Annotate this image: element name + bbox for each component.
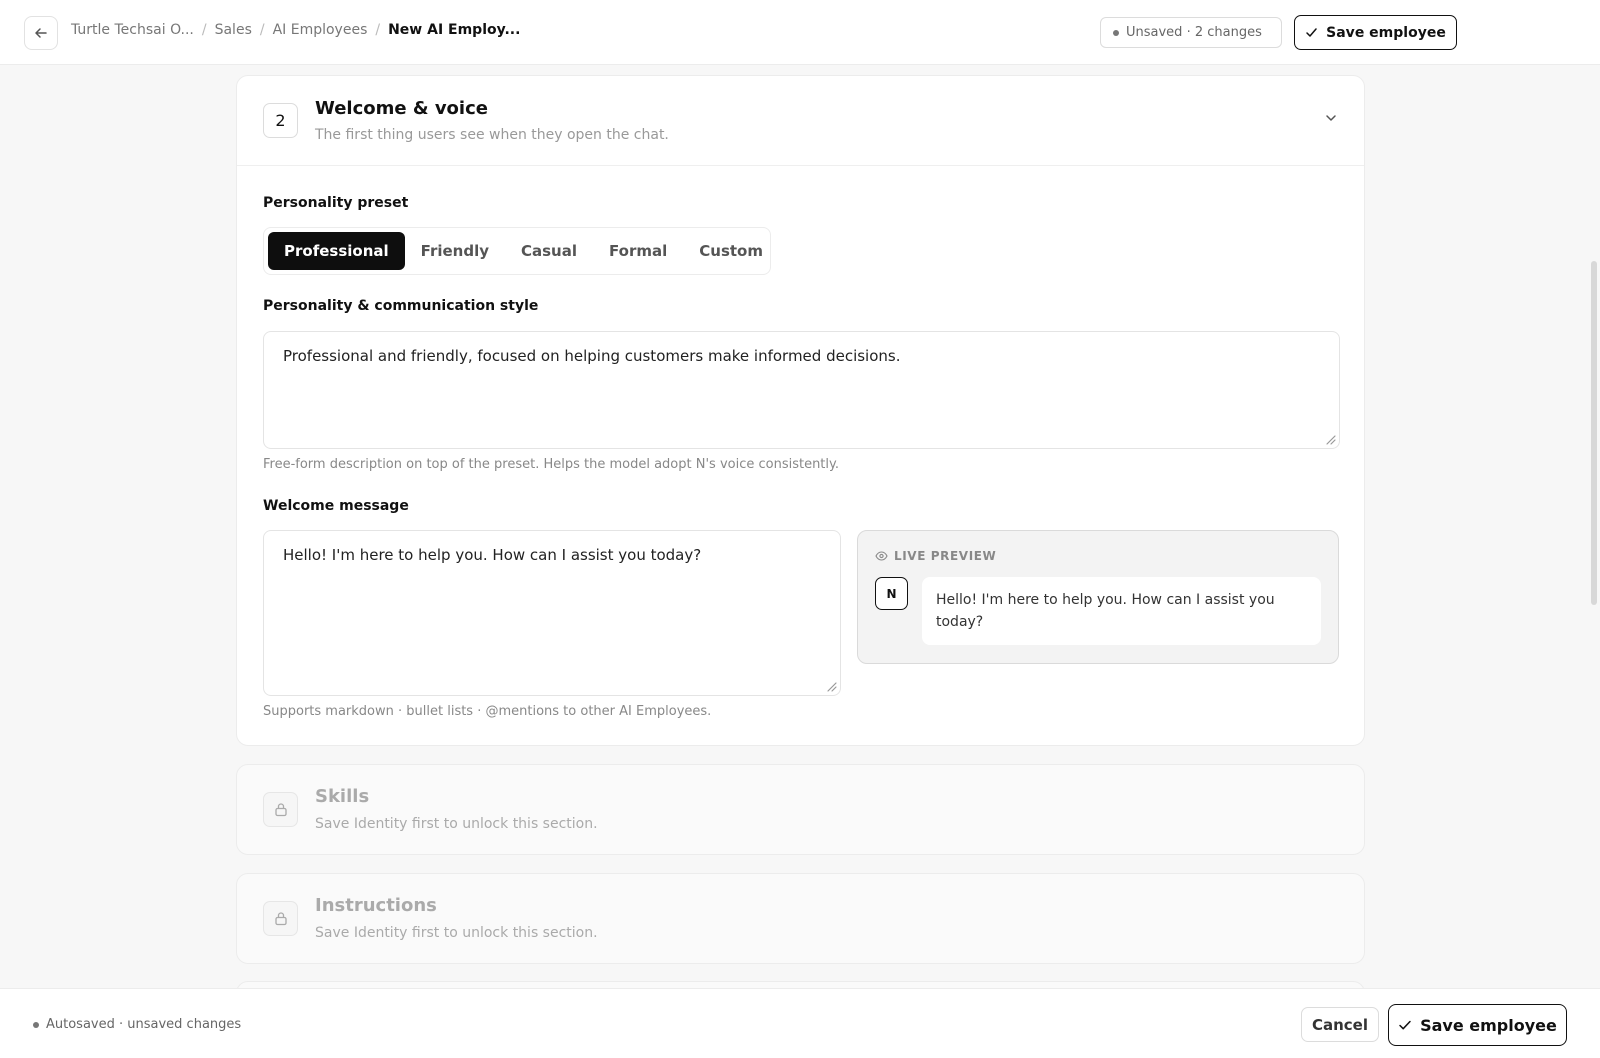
resize-handle-icon[interactable] xyxy=(825,680,837,692)
breadcrumb: Turtle Techsai O... / Sales / AI Employe… xyxy=(71,22,520,38)
section-number: 2 xyxy=(263,103,298,138)
live-preview-label: LIVE PREVIEW xyxy=(894,549,997,563)
unsaved-status-badge: Unsaved · 2 changes xyxy=(1100,17,1282,48)
save-employee-label: Save employee xyxy=(1326,24,1446,41)
status-dot-icon xyxy=(33,1021,39,1028)
preset-custom[interactable]: Custom xyxy=(683,232,779,270)
avatar: N xyxy=(875,577,908,610)
communication-style-value: Professional and friendly, focused on he… xyxy=(283,347,901,365)
arrow-left-icon xyxy=(35,28,47,38)
breadcrumb-org[interactable]: Turtle Techsai O... xyxy=(71,22,194,38)
preset-formal[interactable]: Formal xyxy=(593,232,683,270)
instructions-section-locked: Instructions Save Identity first to unlo… xyxy=(236,873,1365,964)
lock-icon xyxy=(274,803,287,817)
section-header[interactable]: 2 Welcome & voice The first thing users … xyxy=(237,76,1364,166)
skills-section-locked: Skills Save Identity first to unlock thi… xyxy=(236,764,1365,855)
welcome-message-hint: Supports markdown · bullet lists · @ment… xyxy=(263,704,712,719)
skills-title: Skills xyxy=(315,786,370,807)
preset-professional[interactable]: Professional xyxy=(268,232,405,270)
breadcrumb-separator: / xyxy=(201,22,207,38)
welcome-message-label: Welcome message xyxy=(263,498,409,514)
preset-friendly[interactable]: Friendly xyxy=(405,232,505,270)
autosave-status: Autosaved · unsaved changes xyxy=(33,1017,241,1032)
cancel-button[interactable]: Cancel xyxy=(1301,1007,1379,1042)
scrollbar[interactable] xyxy=(1586,65,1600,988)
welcome-message-textarea[interactable]: Hello! I'm here to help you. How can I a… xyxy=(263,530,841,696)
welcome-voice-section: 2 Welcome & voice The first thing users … xyxy=(236,75,1365,746)
communication-style-textarea[interactable]: Professional and friendly, focused on he… xyxy=(263,331,1340,449)
instructions-title: Instructions xyxy=(315,895,437,916)
resize-handle-icon[interactable] xyxy=(1324,433,1336,445)
section-subtitle: The first thing users see when they open… xyxy=(315,127,669,143)
save-employee-label: Save employee xyxy=(1420,1015,1557,1035)
status-dot-icon xyxy=(1113,29,1119,36)
personality-preset-label: Personality preset xyxy=(263,195,409,211)
communication-style-label: Personality & communication style xyxy=(263,298,539,314)
lock-badge xyxy=(263,901,298,936)
footer-bar: Autosaved · unsaved changes Cancel Save … xyxy=(0,988,1600,1058)
save-employee-button-top[interactable]: Save employee xyxy=(1294,15,1457,50)
preset-casual[interactable]: Casual xyxy=(505,232,593,270)
breadcrumb-separator: / xyxy=(375,22,381,38)
breadcrumb-current: New AI Employ... xyxy=(388,22,521,38)
live-preview-panel: LIVE PREVIEW N Hello! I'm here to help y… xyxy=(857,530,1339,664)
eye-icon xyxy=(875,551,888,561)
back-button[interactable] xyxy=(24,16,58,50)
unsaved-label: Unsaved · 2 changes xyxy=(1126,25,1262,40)
breadcrumb-ai-employees[interactable]: AI Employees xyxy=(273,22,368,38)
live-preview-header: LIVE PREVIEW xyxy=(875,549,996,563)
instructions-subtitle: Save Identity first to unlock this secti… xyxy=(315,925,598,941)
check-icon xyxy=(1399,1020,1411,1030)
chevron-down-icon[interactable] xyxy=(1324,111,1338,125)
lock-badge xyxy=(263,792,298,827)
autosave-label: Autosaved · unsaved changes xyxy=(46,1017,242,1032)
top-bar: Turtle Techsai O... / Sales / AI Employe… xyxy=(0,0,1600,65)
skills-subtitle: Save Identity first to unlock this secti… xyxy=(315,816,598,832)
preview-chat-bubble: Hello! I'm here to help you. How can I a… xyxy=(922,577,1321,645)
welcome-message-value: Hello! I'm here to help you. How can I a… xyxy=(283,546,702,564)
breadcrumb-separator: / xyxy=(259,22,265,38)
lock-icon xyxy=(274,912,287,926)
breadcrumb-sales[interactable]: Sales xyxy=(215,22,252,38)
scrollbar-thumb[interactable] xyxy=(1591,261,1597,605)
section-title: Welcome & voice xyxy=(315,98,488,119)
save-employee-button-bottom[interactable]: Save employee xyxy=(1388,1004,1567,1046)
communication-style-hint: Free-form description on top of the pres… xyxy=(263,457,839,472)
check-icon xyxy=(1306,28,1317,37)
personality-preset-selector: Professional Friendly Casual Formal Cust… xyxy=(263,227,771,275)
